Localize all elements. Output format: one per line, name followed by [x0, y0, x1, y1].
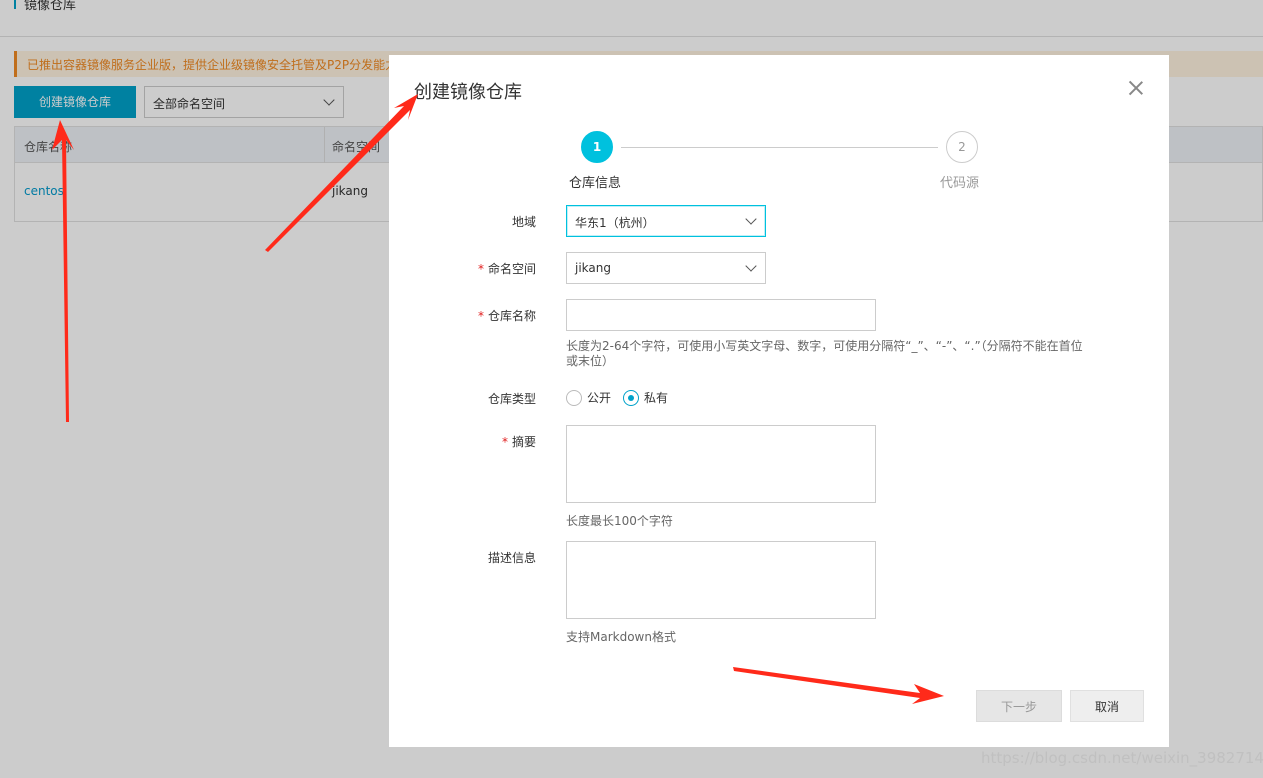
namespace-value: jikang: [575, 261, 611, 275]
required-asterisk: *: [477, 309, 484, 323]
close-icon[interactable]: [1127, 79, 1145, 97]
radio-private[interactable]: [623, 390, 639, 406]
dialog-title: 创建镜像仓库: [414, 82, 522, 103]
repo-name-input[interactable]: [566, 299, 876, 331]
namespace-select[interactable]: jikang: [566, 252, 766, 284]
region-label: 地域: [386, 213, 536, 230]
cancel-button[interactable]: 取消: [1070, 690, 1144, 722]
repo-type-label: 仓库类型: [386, 390, 536, 407]
region-select[interactable]: 华东1（杭州）: [566, 205, 766, 237]
repo-name-label-text: 仓库名称: [487, 309, 536, 323]
description-label: 描述信息: [386, 549, 536, 566]
create-repo-dialog: 创建镜像仓库 1 2 仓库信息 代码源 地域 华东1（杭州） * 命名空间 jik…: [389, 55, 1169, 747]
region-label-text: 地域: [511, 215, 536, 229]
step-2-label: 代码源: [940, 176, 980, 191]
summary-label-text: 摘要: [511, 435, 536, 449]
namespace-label-text: 命名空间: [487, 262, 536, 276]
description-hint: 支持Markdown格式: [566, 630, 676, 644]
step-1-indicator: 1: [581, 131, 613, 163]
region-value: 华东1（杭州）: [575, 216, 655, 230]
step-2-indicator: 2: [946, 131, 978, 163]
step-connector-line: [621, 147, 938, 148]
repo-name-label: * 仓库名称: [386, 307, 536, 324]
chevron-down-icon: [745, 260, 757, 272]
step-1-label: 仓库信息: [569, 176, 622, 191]
required-asterisk: *: [501, 435, 508, 449]
summary-label: * 摘要: [386, 433, 536, 450]
namespace-label: * 命名空间: [386, 260, 536, 277]
chevron-down-icon: [745, 213, 757, 225]
repo-type-label-text: 仓库类型: [487, 392, 536, 406]
next-step-button[interactable]: 下一步: [976, 690, 1062, 722]
watermark-text: https://blog.csdn.net/weixin_39827145: [981, 749, 1263, 767]
radio-private-label: 私有: [644, 391, 669, 405]
description-textarea[interactable]: [566, 541, 876, 619]
required-asterisk: *: [477, 262, 484, 276]
radio-public-label: 公开: [587, 391, 612, 405]
radio-public[interactable]: [566, 390, 582, 406]
repo-name-hint: 长度为2-64个字符，可使用小写英文字母、数字，可使用分隔符“_”、“-”、“.…: [566, 339, 1083, 368]
summary-hint: 长度最长100个字符: [566, 514, 673, 528]
description-label-text: 描述信息: [487, 551, 536, 565]
summary-textarea[interactable]: [566, 425, 876, 503]
